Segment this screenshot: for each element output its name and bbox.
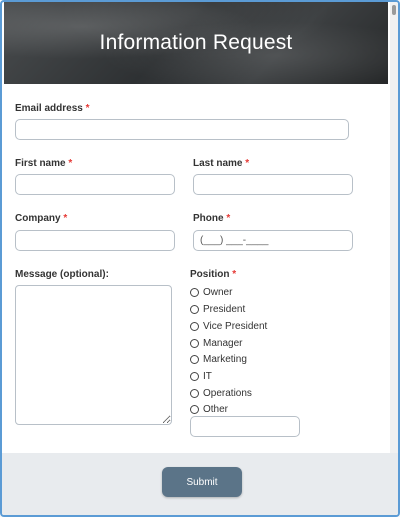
position-option-operations[interactable]: Operations: [190, 386, 252, 400]
option-label: President: [203, 303, 246, 315]
form-window: Information Request Email address * Firs…: [0, 0, 400, 517]
radio-button[interactable]: [190, 338, 199, 348]
email-label-text: Email address: [15, 103, 83, 114]
position-option-vice-president[interactable]: Vice President: [190, 319, 267, 333]
required-mark: *: [68, 158, 73, 169]
option-label: Operations: [203, 387, 252, 399]
position-option-manager[interactable]: Manager: [190, 336, 242, 350]
scrollbar-thumb[interactable]: [392, 5, 396, 15]
option-label: Vice President: [203, 320, 268, 332]
message-label: Message (optional):: [15, 269, 109, 280]
required-mark: *: [232, 269, 237, 280]
phone-label: Phone *: [193, 213, 230, 224]
first-name-field[interactable]: [15, 174, 175, 195]
position-label: Position *: [190, 269, 236, 280]
position-label-text: Position: [190, 269, 230, 280]
required-mark: *: [85, 103, 90, 114]
form-footer: Submit: [2, 453, 398, 515]
option-label: Other: [203, 403, 229, 415]
company-label-text: Company: [15, 213, 61, 224]
header-banner: Information Request: [4, 2, 388, 84]
option-label: Manager: [203, 337, 243, 349]
email-label: Email address *: [15, 103, 90, 114]
company-field[interactable]: [15, 230, 175, 251]
option-label: Owner: [203, 286, 233, 298]
other-position-field[interactable]: [190, 416, 300, 437]
required-mark: *: [245, 158, 250, 169]
phone-field[interactable]: [193, 230, 353, 251]
radio-button[interactable]: [190, 388, 199, 398]
last-name-field[interactable]: [193, 174, 353, 195]
first-name-label: First name *: [15, 158, 72, 169]
scrollbar[interactable]: [390, 2, 398, 453]
radio-button[interactable]: [190, 404, 199, 414]
last-name-label-text: Last name: [193, 158, 243, 169]
position-option-it[interactable]: IT: [190, 369, 212, 383]
submit-button[interactable]: Submit: [162, 467, 242, 497]
position-option-owner[interactable]: Owner: [190, 285, 232, 299]
required-mark: *: [63, 213, 68, 224]
radio-button[interactable]: [190, 321, 199, 331]
message-textarea[interactable]: [15, 285, 172, 425]
phone-label-text: Phone: [193, 213, 224, 224]
form-title: Information Request: [99, 30, 293, 54]
radio-button[interactable]: [190, 354, 199, 364]
option-label: Marketing: [203, 353, 247, 365]
position-option-other[interactable]: Other: [190, 402, 228, 416]
position-option-president[interactable]: President: [190, 302, 245, 316]
position-option-marketing[interactable]: Marketing: [190, 352, 247, 366]
radio-button[interactable]: [190, 371, 199, 381]
radio-button[interactable]: [190, 304, 199, 314]
required-mark: *: [226, 213, 231, 224]
email-field[interactable]: [15, 119, 349, 140]
option-label: IT: [203, 370, 212, 382]
radio-button[interactable]: [190, 287, 199, 297]
message-label-text: Message (optional):: [15, 269, 109, 280]
last-name-label: Last name *: [193, 158, 249, 169]
first-name-label-text: First name: [15, 158, 66, 169]
company-label: Company *: [15, 213, 67, 224]
